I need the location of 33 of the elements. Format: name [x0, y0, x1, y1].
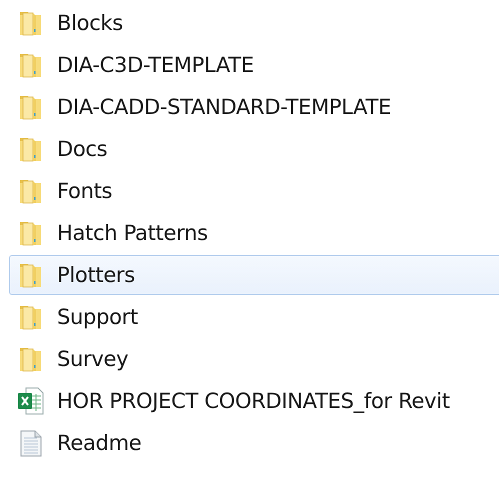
- spreadsheet-icon: [17, 386, 45, 416]
- file-row[interactable]: Readme: [9, 423, 499, 463]
- folder-icon: [18, 9, 44, 37]
- file-row[interactable]: Blocks: [9, 3, 499, 43]
- file-name: Readme: [57, 431, 142, 455]
- file-row[interactable]: Survey: [9, 339, 499, 379]
- folder-icon: [18, 219, 44, 247]
- file-name: DIA-CADD-STANDARD-TEMPLATE: [57, 95, 392, 119]
- text-document-icon: [18, 428, 44, 458]
- folder-icon: [18, 303, 44, 331]
- folder-icon: [18, 345, 44, 373]
- file-name: Plotters: [57, 263, 135, 287]
- file-name: Survey: [57, 347, 128, 371]
- file-row[interactable]: Support: [9, 297, 499, 337]
- folder-icon: [18, 261, 44, 289]
- file-name: Support: [57, 305, 138, 329]
- file-row[interactable]: DIA-CADD-STANDARD-TEMPLATE: [9, 87, 499, 127]
- folder-icon: [18, 177, 44, 205]
- file-row[interactable]: Fonts: [9, 171, 499, 211]
- file-row[interactable]: HOR PROJECT COORDINATES_for Revit: [9, 381, 499, 421]
- folder-icon: [18, 51, 44, 79]
- folder-icon: [18, 93, 44, 121]
- file-name: Hatch Patterns: [57, 221, 208, 245]
- file-row[interactable]: Hatch Patterns: [9, 213, 499, 253]
- file-name: Blocks: [57, 11, 123, 35]
- folder-icon: [18, 135, 44, 163]
- file-name: HOR PROJECT COORDINATES_for Revit: [57, 389, 450, 413]
- selected-file-row[interactable]: Plotters: [9, 255, 499, 295]
- file-name: DIA-C3D-TEMPLATE: [57, 53, 254, 77]
- file-name: Docs: [57, 137, 108, 161]
- file-name: Fonts: [57, 179, 112, 203]
- file-row[interactable]: DIA-C3D-TEMPLATE: [9, 45, 499, 85]
- file-row[interactable]: Docs: [9, 129, 499, 169]
